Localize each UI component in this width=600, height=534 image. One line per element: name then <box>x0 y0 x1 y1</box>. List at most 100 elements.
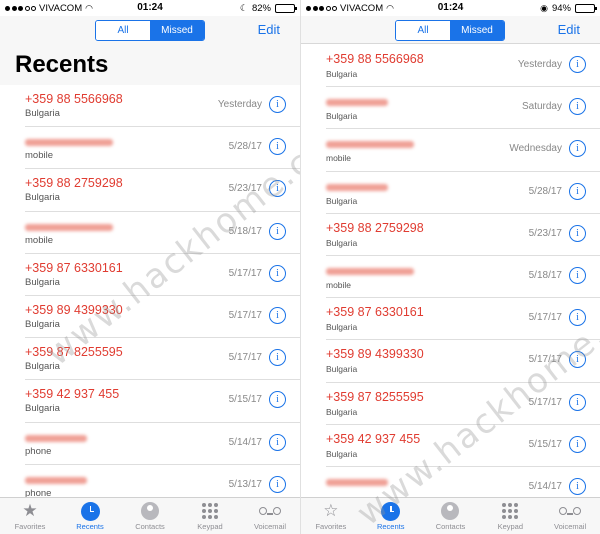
call-row[interactable]: Bulgaria Saturday i <box>326 87 600 130</box>
call-row[interactable]: +359 87 6330161 Bulgaria 5/17/17 i <box>25 254 300 296</box>
call-type-label: mobile <box>25 234 53 246</box>
call-date: Yesterday <box>517 59 562 70</box>
info-icon[interactable]: i <box>569 140 586 158</box>
call-date: 5/14/17 <box>528 480 562 492</box>
info-icon[interactable]: i <box>569 56 586 73</box>
call-row[interactable]: +359 89 4399330 Bulgaria 5/17/17 i <box>326 340 600 383</box>
call-date: 5/17/17 <box>528 396 562 408</box>
call-type-label: Bulgaria <box>326 364 358 375</box>
info-icon[interactable]: i <box>569 435 586 453</box>
segment-missed[interactable]: Missed <box>450 21 504 40</box>
call-date: Wednesday <box>509 143 562 155</box>
info-icon[interactable]: i <box>569 477 586 495</box>
tab-recents[interactable]: Recents <box>361 498 421 534</box>
info-icon[interactable]: i <box>569 182 586 200</box>
voicemail-icon <box>259 507 281 515</box>
tab-favorites[interactable]: ★ Favorites <box>0 498 60 534</box>
info-icon[interactable]: i <box>269 138 286 156</box>
call-date: 5/17/17 <box>228 267 262 279</box>
call-type-label: phone <box>25 445 52 457</box>
status-bar: VIVACOM ◠ 01:24 ☾ 82% <box>0 0 300 16</box>
call-date: 5/28/17 <box>228 141 262 153</box>
edit-button[interactable]: Edit <box>258 22 280 37</box>
call-type-label: Bulgaria <box>326 111 358 122</box>
battery-icon <box>575 3 597 13</box>
info-icon[interactable]: i <box>569 309 586 327</box>
phone-screen-left: VIVACOM ◠ 01:24 ☾ 82% All Missed Edit Re… <box>0 0 300 534</box>
info-icon[interactable]: i <box>269 475 286 493</box>
caller-name-redacted <box>25 434 87 442</box>
caller-name-redacted <box>326 478 388 486</box>
tab-voicemail[interactable]: Voicemail <box>240 498 300 534</box>
tab-contacts[interactable]: Contacts <box>120 498 180 534</box>
info-icon[interactable]: i <box>269 391 286 409</box>
caller-name-redacted <box>25 139 113 147</box>
phone-screen-right: VIVACOM ◠ 01:24 ◉ 94% All Missed Edit +3… <box>301 0 600 534</box>
info-icon[interactable]: i <box>569 224 586 242</box>
call-row[interactable]: mobile 5/28/17 i <box>25 127 300 170</box>
caller-number: +359 89 4399330 <box>326 347 424 362</box>
info-icon[interactable]: i <box>269 349 286 367</box>
caller-number: +359 42 937 455 <box>25 387 120 402</box>
tab-contacts[interactable]: Contacts <box>421 498 481 534</box>
info-icon[interactable]: i <box>569 393 586 411</box>
call-row[interactable]: mobile 5/18/17 i <box>326 256 600 299</box>
edit-button[interactable]: Edit <box>558 22 580 37</box>
call-type-label: Bulgaria <box>25 403 60 415</box>
info-icon[interactable]: i <box>269 264 286 282</box>
call-row[interactable]: +359 88 2759298 Bulgaria 5/23/17 i <box>25 169 300 212</box>
call-date: 5/23/17 <box>228 183 262 195</box>
call-row[interactable]: +359 87 8255595 Bulgaria 5/17/17 i <box>25 338 300 381</box>
filter-segmented-control: All Missed <box>95 20 205 41</box>
page-title: Recents <box>15 51 109 78</box>
call-row[interactable]: phone 5/14/17 i <box>25 423 300 465</box>
segment-all[interactable]: All <box>96 21 150 40</box>
call-row[interactable]: +359 88 5566968 Bulgaria Yesterday i <box>25 85 300 128</box>
info-icon[interactable]: i <box>569 266 586 284</box>
star-icon: ★ <box>22 501 38 520</box>
call-date: 5/17/17 <box>228 352 262 364</box>
call-row[interactable]: mobile Wednesday i <box>326 129 600 172</box>
nav-header: All Missed Edit <box>301 16 600 44</box>
call-row[interactable]: +359 89 4399330 Bulgaria 5/17/17 i <box>25 296 300 339</box>
contacts-icon <box>441 502 460 520</box>
info-icon[interactable]: i <box>269 222 286 240</box>
call-row[interactable]: +359 87 6330161 Bulgaria 5/17/17 i <box>326 298 600 341</box>
segment-missed[interactable]: Missed <box>150 21 204 40</box>
call-row[interactable]: +359 88 5566968 Bulgaria Yesterday i <box>326 45 600 88</box>
info-icon[interactable]: i <box>569 351 586 369</box>
caller-number: +359 89 4399330 <box>25 302 123 317</box>
call-type-label: Bulgaria <box>326 195 358 206</box>
tab-keypad[interactable]: Keypad <box>180 498 240 534</box>
call-row[interactable]: Bulgaria 5/28/17 i <box>326 172 600 214</box>
tab-bar: ☆ Favorites Recents Contacts Keypad Voic… <box>301 497 600 534</box>
tab-keypad[interactable]: Keypad <box>480 498 540 534</box>
info-icon[interactable]: i <box>269 96 286 113</box>
call-row[interactable]: +359 88 2759298 Bulgaria 5/23/17 i <box>326 214 600 256</box>
caller-number: +359 88 5566968 <box>25 92 123 106</box>
star-outline-icon: ☆ <box>323 501 339 520</box>
info-icon[interactable]: i <box>269 433 286 451</box>
call-date: 5/15/17 <box>528 438 562 450</box>
caller-name-redacted <box>326 267 414 275</box>
keypad-icon <box>202 503 218 519</box>
call-row[interactable]: mobile 5/18/17 i <box>25 212 300 254</box>
call-row[interactable]: +359 42 937 455 Bulgaria 5/15/17 i <box>25 380 300 423</box>
tab-recents[interactable]: Recents <box>60 498 120 534</box>
info-icon[interactable]: i <box>269 306 286 324</box>
recents-list: +359 88 5566968 Bulgaria Yesterday i mobile 5… <box>0 85 300 507</box>
clock-icon <box>80 501 100 521</box>
tab-favorites[interactable]: ☆ Favorites <box>301 498 361 534</box>
call-type-label: mobile <box>326 153 352 164</box>
call-type-label: mobile <box>25 150 53 162</box>
tab-voicemail[interactable]: Voicemail <box>540 498 600 534</box>
info-icon[interactable]: i <box>569 98 586 116</box>
call-row[interactable]: +359 42 937 455 Bulgaria 5/15/17 i <box>326 425 600 467</box>
caller-name-redacted <box>326 99 388 107</box>
filter-segmented-control: All Missed <box>395 20 505 41</box>
info-icon[interactable]: i <box>269 180 286 198</box>
caller-number: +359 88 2759298 <box>326 220 424 235</box>
segment-all[interactable]: All <box>396 21 450 40</box>
call-type-label: Bulgaria <box>326 69 358 79</box>
call-row[interactable]: +359 87 8255595 Bulgaria 5/17/17 i <box>326 383 600 425</box>
